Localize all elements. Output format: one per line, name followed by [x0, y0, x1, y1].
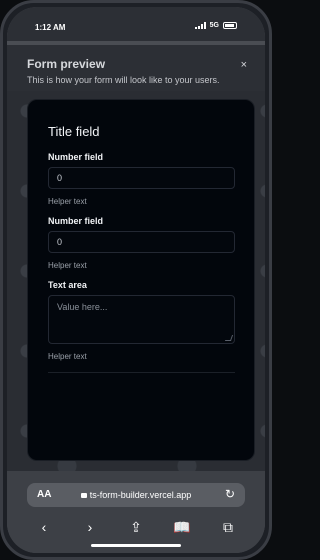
status-time: 1:12 AM	[35, 23, 66, 32]
battery-icon	[223, 22, 237, 29]
number-field-input[interactable]: 0	[48, 231, 235, 253]
resize-grip-icon[interactable]	[224, 335, 234, 341]
divider	[48, 372, 235, 373]
url-display: ts-form-builder.vercel.app	[27, 490, 245, 500]
status-bar: 1:12 AM 5G	[7, 7, 265, 41]
text-area-label: Text area	[48, 280, 87, 290]
sheet-title: Form preview	[27, 57, 106, 71]
lock-icon	[80, 493, 87, 498]
share-icon[interactable]: ⇪	[124, 519, 148, 536]
form-card: Title field Number field 0 Helper text N…	[27, 99, 255, 461]
helper-text: Helper text	[48, 197, 87, 206]
number-field-label: Number field	[48, 216, 104, 226]
sheet-header: Form preview This is how your form will …	[7, 45, 265, 91]
phone-frame: 1:12 AM 5G Form preview This is how your…	[0, 0, 272, 560]
bookmarks-icon[interactable]: 📖	[170, 519, 194, 536]
helper-text: Helper text	[48, 352, 87, 361]
address-bar[interactable]: AA ts-form-builder.vercel.app ↻	[27, 483, 245, 507]
forward-icon[interactable]: ›	[78, 519, 102, 535]
number-field-label: Number field	[48, 152, 104, 162]
text-area-input[interactable]: Value here...	[48, 295, 235, 344]
form-title: Title field	[48, 124, 100, 139]
reload-icon[interactable]: ↻	[225, 487, 235, 501]
number-field-input[interactable]: 0	[48, 167, 235, 189]
home-indicator	[91, 544, 181, 547]
browser-toolbar: ‹ › ⇪ 📖 ⧉	[7, 517, 265, 537]
back-icon[interactable]: ‹	[32, 519, 56, 535]
url-text: ts-form-builder.vercel.app	[89, 490, 192, 500]
sheet-subtitle: This is how your form will look like to …	[27, 75, 220, 85]
browser-bar: AA ts-form-builder.vercel.app ↻ ‹ › ⇪ 📖 …	[7, 471, 265, 553]
network-label: 5G	[209, 22, 219, 29]
tabs-icon[interactable]: ⧉	[216, 519, 240, 536]
status-indicators: 5G	[194, 22, 237, 29]
close-icon[interactable]: ×	[241, 59, 247, 71]
signal-icon	[194, 22, 206, 29]
helper-text: Helper text	[48, 261, 87, 270]
text-area-placeholder: Value here...	[57, 302, 108, 312]
screen: 1:12 AM 5G Form preview This is how your…	[7, 7, 265, 553]
